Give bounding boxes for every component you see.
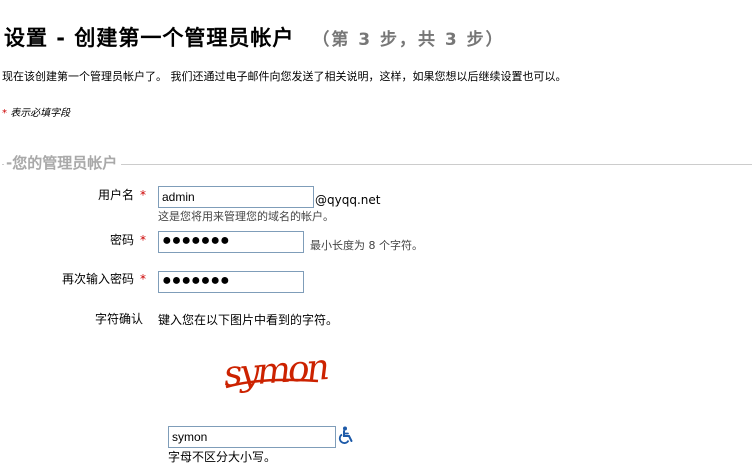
captcha-hint: 字母不区分大小写。 bbox=[168, 450, 277, 464]
username-required-star: * bbox=[140, 188, 146, 202]
captcha-glyphs: symon bbox=[223, 347, 329, 395]
password-required-star: * bbox=[140, 233, 146, 247]
password-label-text: 密码 bbox=[109, 233, 134, 247]
password-label: 密码 * bbox=[6, 231, 146, 248]
confirm-password-label-text: 再次输入密码 bbox=[61, 272, 134, 286]
username-input[interactable]: admin bbox=[158, 186, 314, 208]
required-star: * bbox=[2, 108, 7, 119]
captcha-image: symon bbox=[220, 343, 330, 407]
page-title: 设置 - 创建第一个管理员帐户 （第 3 步，共 3 步） bbox=[4, 22, 505, 52]
confirm-password-required-star: * bbox=[140, 272, 146, 286]
password-input[interactable]: ●●●●●●● bbox=[158, 231, 304, 253]
wheelchair-icon[interactable] bbox=[338, 426, 356, 444]
required-note-text: 表示必填字段 bbox=[10, 108, 71, 119]
captcha-instruction: 键入您在以下图片中看到的字符。 bbox=[158, 313, 339, 327]
title-text: 设置 - 创建第一个管理员帐户 bbox=[4, 26, 295, 50]
domain-suffix: @qyqq.net bbox=[315, 193, 381, 207]
step-indicator: （第 3 步，共 3 步） bbox=[312, 30, 505, 50]
captcha-svg: symon bbox=[223, 347, 329, 395]
username-label-text: 用户名 bbox=[97, 188, 134, 202]
legend-text: 您的管理员帐户 bbox=[12, 154, 118, 172]
confirm-password-input[interactable]: ●●●●●●● bbox=[158, 271, 304, 293]
password-hint: 最小长度为 8 个字符。 bbox=[310, 239, 423, 252]
required-note: * 表示必填字段 bbox=[2, 104, 70, 119]
confirm-password-label: 再次输入密码 * bbox=[6, 270, 146, 287]
captcha-label: 字符确认 bbox=[94, 312, 143, 326]
accessibility-audio-icon bbox=[338, 426, 353, 444]
captcha-input[interactable]: symon bbox=[168, 426, 336, 448]
intro-text: 现在该创建第一个管理员帐户了。 我们还通过电子邮件向您发送了相关说明，这样，如果… bbox=[2, 70, 567, 83]
fieldset-legend: -您的管理员帐户 bbox=[4, 152, 122, 173]
username-hint: 这是您将用来管理您的域名的帐户。 bbox=[158, 210, 334, 223]
username-label: 用户名 * bbox=[6, 186, 146, 203]
